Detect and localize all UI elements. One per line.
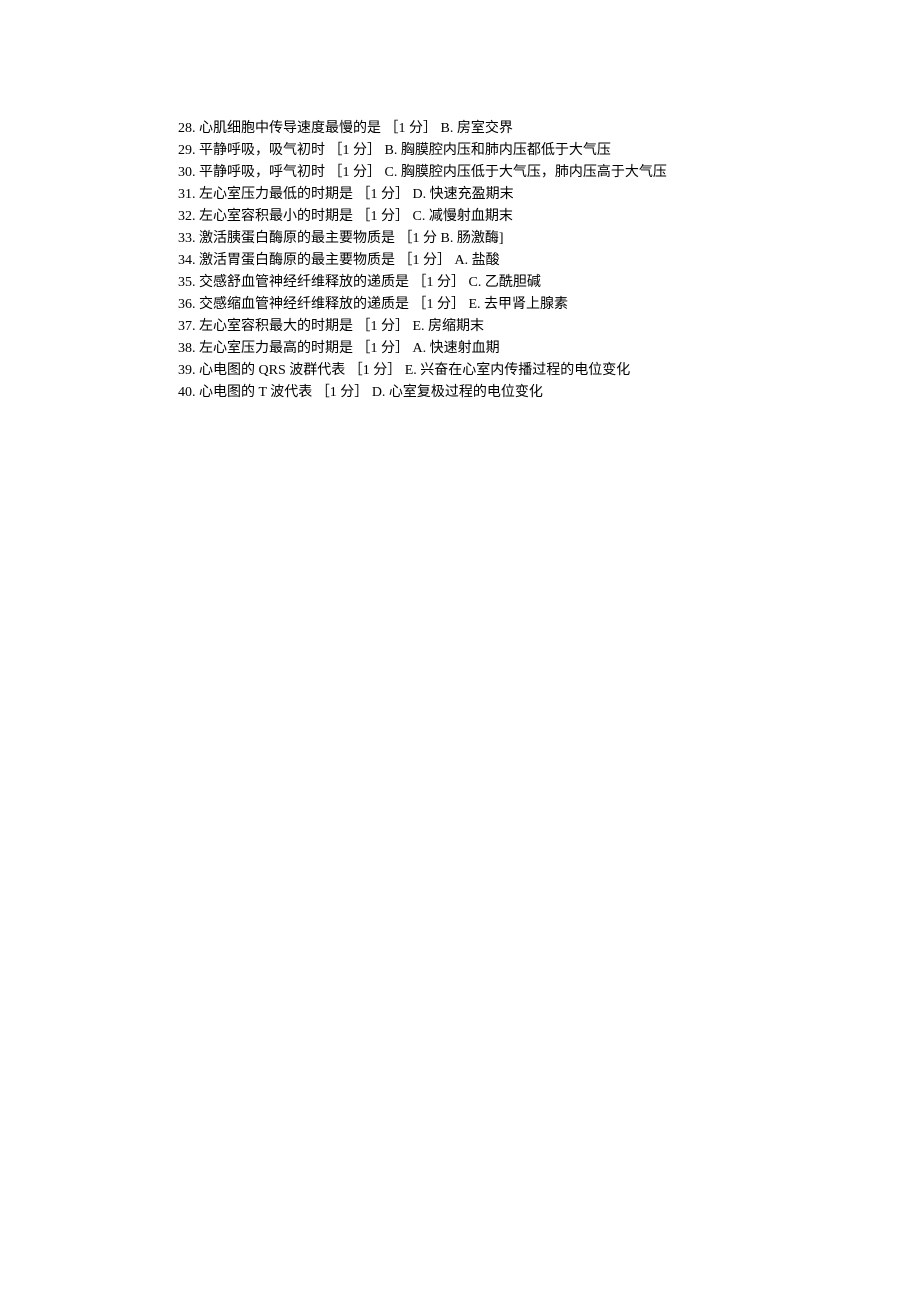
item-answer: E. 兴奋在心室内传播过程的电位变化 — [405, 363, 631, 378]
list-item: 29. 平静呼吸，吸气初时 ［1 分］ B. 胸膜腔内压和肺内压都低于大气压 — [178, 140, 798, 161]
item-answer: E. 去甲肾上腺素 — [469, 297, 569, 312]
item-score: ［1 分］ — [357, 209, 410, 224]
item-number: 29. — [178, 143, 196, 158]
item-score: ［1 分］ — [329, 165, 382, 180]
item-number: 39. — [178, 363, 196, 378]
item-number: 36. — [178, 297, 196, 312]
item-answer: C. 乙酰胆碱 — [469, 275, 541, 290]
item-number: 32. — [178, 209, 196, 224]
item-score: ［1 分］ — [413, 275, 466, 290]
item-number: 33. — [178, 231, 196, 246]
list-item: 38. 左心室压力最高的时期是 ［1 分］ A. 快速射血期 — [178, 338, 798, 359]
list-item: 40. 心电图的 T 波代表 ［1 分］ D. 心室复极过程的电位变化 — [178, 382, 798, 403]
item-question: 心电图的 QRS 波群代表 — [199, 363, 345, 378]
list-item: 31. 左心室压力最低的时期是 ［1 分］ D. 快速充盈期末 — [178, 184, 798, 205]
item-score: ［1 分］ — [357, 319, 410, 334]
item-score: ［1 分 — [399, 231, 438, 246]
item-question: 交感舒血管神经纤维释放的递质是 — [199, 275, 409, 290]
item-score: ［1 分］ — [357, 187, 410, 202]
item-number: 40. — [178, 385, 196, 400]
item-question: 平静呼吸，呼气初时 — [199, 165, 325, 180]
item-answer: E. 房缩期末 — [413, 319, 485, 334]
item-answer: D. 心室复极过程的电位变化 — [372, 385, 543, 400]
item-question: 平静呼吸，吸气初时 — [199, 143, 325, 158]
list-item: 39. 心电图的 QRS 波群代表 ［1 分］ E. 兴奋在心室内传播过程的电位… — [178, 360, 798, 381]
item-question: 交感缩血管神经纤维释放的递质是 — [199, 297, 409, 312]
item-answer: B. 房室交界 — [441, 121, 513, 136]
item-question: 左心室压力最高的时期是 — [199, 341, 353, 356]
item-score: ［1 分］ — [349, 363, 402, 378]
list-item: 36. 交感缩血管神经纤维释放的递质是 ［1 分］ E. 去甲肾上腺素 — [178, 294, 798, 315]
item-answer: C. 减慢射血期末 — [413, 209, 513, 224]
item-number: 37. — [178, 319, 196, 334]
list-item: 28. 心肌细胞中传导速度最慢的是 ［1 分］ B. 房室交界 — [178, 118, 798, 139]
list-item: 35. 交感舒血管神经纤维释放的递质是 ［1 分］ C. 乙酰胆碱 — [178, 272, 798, 293]
item-answer: C. 胸膜腔内压低于大气压，肺内压高于大气压 — [385, 165, 667, 180]
document-page: 28. 心肌细胞中传导速度最慢的是 ［1 分］ B. 房室交界 29. 平静呼吸… — [0, 0, 798, 403]
item-number: 31. — [178, 187, 196, 202]
item-score: ［1 分］ — [399, 253, 452, 268]
item-question: 左心室容积最小的时期是 — [199, 209, 353, 224]
item-score: ［1 分］ — [357, 341, 410, 356]
list-item: 34. 激活胃蛋白酶原的最主要物质是 ［1 分］ A. 盐酸 — [178, 250, 798, 271]
item-answer: A. 盐酸 — [455, 253, 500, 268]
item-score: ［1 分］ — [329, 143, 382, 158]
item-question: 心电图的 T 波代表 — [199, 385, 312, 400]
item-question: 左心室容积最大的时期是 — [199, 319, 353, 334]
item-answer: D. 快速充盈期末 — [413, 187, 514, 202]
list-item: 33. 激活胰蛋白酶原的最主要物质是 ［1 分 B. 肠激酶] — [178, 228, 798, 249]
item-number: 38. — [178, 341, 196, 356]
item-number: 34. — [178, 253, 196, 268]
list-item: 30. 平静呼吸，呼气初时 ［1 分］ C. 胸膜腔内压低于大气压，肺内压高于大… — [178, 162, 798, 183]
item-question: 激活胰蛋白酶原的最主要物质是 — [199, 231, 395, 246]
item-score: ［1 分］ — [385, 121, 438, 136]
item-question: 心肌细胞中传导速度最慢的是 — [199, 121, 381, 136]
item-score: ［1 分］ — [413, 297, 466, 312]
item-answer: A. 快速射血期 — [413, 341, 500, 356]
item-question: 激活胃蛋白酶原的最主要物质是 — [199, 253, 395, 268]
item-number: 28. — [178, 121, 196, 136]
item-number: 35. — [178, 275, 196, 290]
item-number: 30. — [178, 165, 196, 180]
list-item: 37. 左心室容积最大的时期是 ［1 分］ E. 房缩期末 — [178, 316, 798, 337]
item-answer: B. 胸膜腔内压和肺内压都低于大气压 — [385, 143, 611, 158]
item-answer: B. 肠激酶] — [441, 231, 504, 246]
list-item: 32. 左心室容积最小的时期是 ［1 分］ C. 减慢射血期末 — [178, 206, 798, 227]
item-question: 左心室压力最低的时期是 — [199, 187, 353, 202]
item-score: ［1 分］ — [316, 385, 369, 400]
